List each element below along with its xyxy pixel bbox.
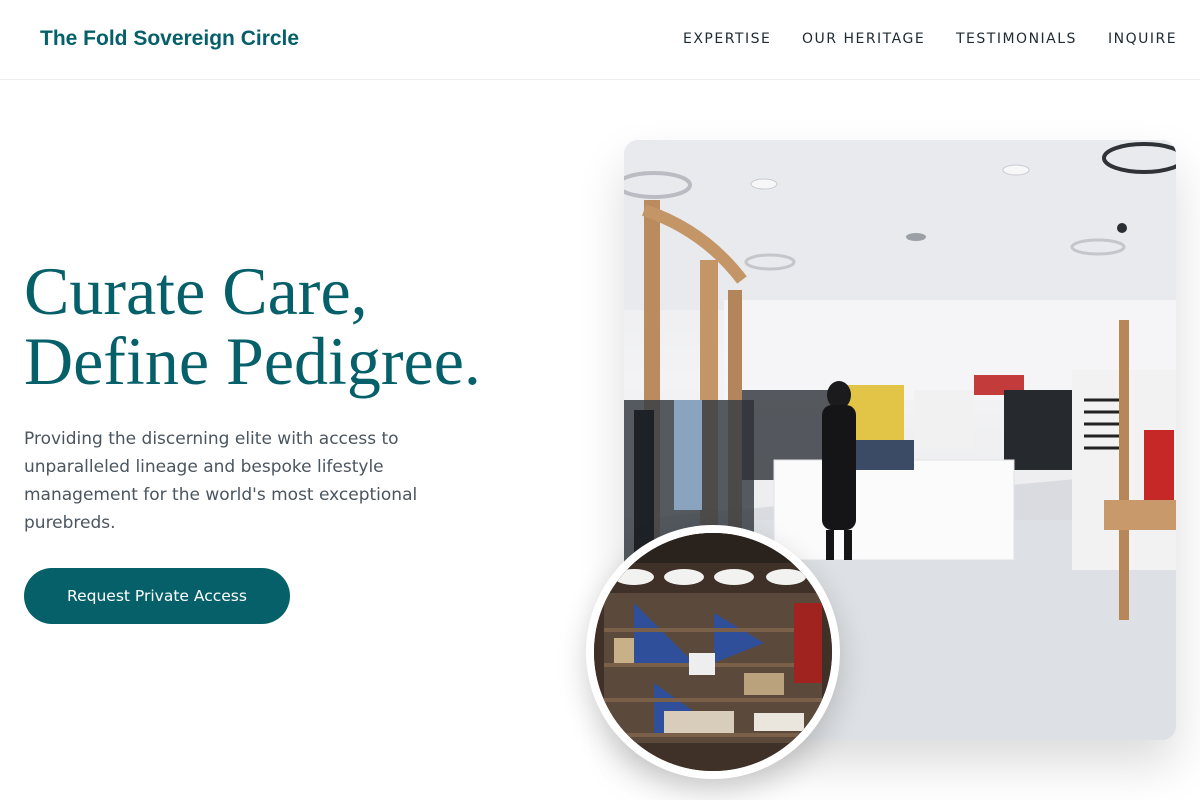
main-nav: EXPERTISE OUR HERITAGE TESTIMONIALS INQU… [0, 31, 1200, 51]
nav-testimonials[interactable]: TESTIMONIALS [956, 31, 1077, 47]
shop-shelves-photo [586, 525, 840, 779]
nav-inquire[interactable]: INQUIRE [1108, 31, 1177, 47]
hero-headline: Curate Care, Define Pedigree. [24, 256, 584, 396]
shop-shelves-illustration [594, 533, 832, 771]
nav-our-heritage[interactable]: OUR HERITAGE [802, 31, 925, 47]
nav-expertise[interactable]: EXPERTISE [683, 31, 771, 47]
request-private-access-button[interactable]: Request Private Access [24, 568, 290, 624]
hero-subtext: Providing the discerning elite with acce… [24, 429, 418, 533]
hero-headline-line1: Curate Care, [24, 253, 368, 329]
hero-headline-line2: Define Pedigree. [24, 323, 481, 399]
site-header: The Fold Sovereign Circle EXPERTISE OUR … [0, 0, 1200, 80]
